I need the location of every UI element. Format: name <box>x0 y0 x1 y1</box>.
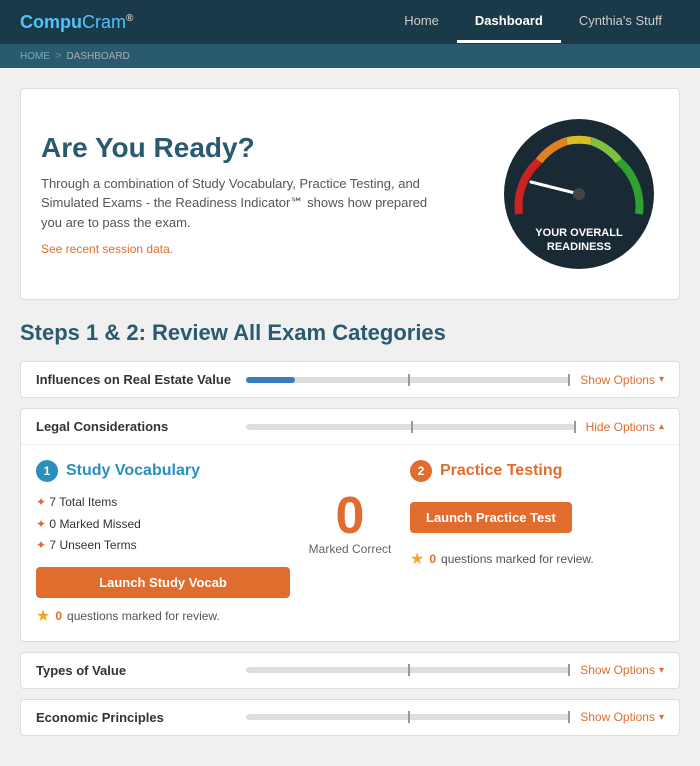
vocab-star-icon: ★ <box>36 606 50 626</box>
progress-fill-influences <box>246 377 295 383</box>
vocab-review-count: 0 <box>55 609 62 623</box>
category-header-types[interactable]: Types of Value Show Options ▾ <box>21 653 679 688</box>
unseen-terms-row: ✦ 7 Unseen Terms <box>36 535 290 557</box>
progress-track-influences <box>246 377 570 383</box>
practice-review-count: 0 <box>429 552 436 566</box>
study-vocab-stats: ✦ 7 Total Items ✦ 0 Marked Missed ✦ 7 <box>36 492 290 557</box>
progress-bar-influences <box>246 377 570 383</box>
logo-text: CompuCram <box>20 12 126 32</box>
progress-tick-end <box>568 374 570 386</box>
category-header-economic[interactable]: Economic Principles Show Options ▾ <box>21 700 679 735</box>
study-vocab-header: 1 Study Vocabulary <box>36 460 290 482</box>
nav-item-home[interactable]: Home <box>386 1 457 43</box>
chevron-up-icon: ▾ <box>659 421 664 432</box>
chevron-down-icon-economic: ▾ <box>659 712 664 723</box>
practice-review-row: ★ 0 questions marked for review. <box>410 549 664 569</box>
launch-study-vocab-button[interactable]: Launch Study Vocab <box>36 567 290 598</box>
show-options-types[interactable]: Show Options ▾ <box>580 663 664 677</box>
show-options-economic[interactable]: Show Options ▾ <box>580 710 664 724</box>
marked-missed-icon: ✦ <box>36 517 46 531</box>
category-header-legal[interactable]: Legal Considerations Hide Options ▾ <box>21 409 679 444</box>
category-name-legal: Legal Considerations <box>36 419 236 434</box>
progress-bar-legal <box>246 424 576 430</box>
progress-tick-end-economic <box>568 711 570 723</box>
category-name-economic: Economic Principles <box>36 710 236 725</box>
study-vocab-title: Study Vocabulary <box>66 462 200 480</box>
category-row-legal: Legal Considerations Hide Options ▾ 1 <box>20 408 680 642</box>
study-vocab-number: 1 <box>36 460 58 482</box>
app-logo: CompuCram® <box>20 12 133 33</box>
practice-testing-column: 2 Practice Testing Launch Practice Test … <box>410 460 664 569</box>
steps-title: Steps 1 & 2: Review All Exam Categories <box>20 320 680 346</box>
breadcrumb-current: DASHBOARD <box>66 51 129 62</box>
category-name-types: Types of Value <box>36 663 236 678</box>
hero-text: Are You Ready? Through a combination of … <box>41 132 479 257</box>
progress-tick-mid-legal <box>411 421 413 433</box>
logo-tm: ® <box>126 13 133 24</box>
hero-title: Are You Ready? <box>41 132 479 164</box>
progress-track-economic <box>246 714 570 720</box>
category-row-types: Types of Value Show Options ▾ <box>20 652 680 689</box>
hero-description: Through a combination of Study Vocabular… <box>41 174 441 233</box>
launch-practice-test-button[interactable]: Launch Practice Test <box>410 502 572 533</box>
nav-item-dashboard[interactable]: Dashboard <box>457 1 561 43</box>
chevron-down-icon-types: ▾ <box>659 665 664 676</box>
progress-track-legal <box>246 424 576 430</box>
gauge-svg: YOUR OVERALL READINESS <box>499 114 659 274</box>
total-items-icon: ✦ <box>36 495 46 509</box>
practice-testing-title: Practice Testing <box>440 462 562 480</box>
svg-text:YOUR OVERALL: YOUR OVERALL <box>535 227 623 239</box>
progress-bar-economic <box>246 714 570 720</box>
progress-tick-end-types <box>568 664 570 676</box>
practice-review-text: questions marked for review. <box>441 552 594 566</box>
show-options-influences[interactable]: Show Options ▾ <box>580 373 664 387</box>
practice-star-icon: ★ <box>410 549 424 569</box>
vocab-review-row: ★ 0 questions marked for review. <box>36 606 290 626</box>
vocab-review-text: questions marked for review. <box>67 609 220 623</box>
marked-correct-column: 0 Marked Correct <box>300 460 400 556</box>
practice-testing-number: 2 <box>410 460 432 482</box>
progress-tick-mid <box>408 374 410 386</box>
category-row-influences: Influences on Real Estate Value Show Opt… <box>20 361 680 398</box>
unseen-icon: ✦ <box>36 538 46 552</box>
category-expanded-legal: 1 Study Vocabulary ✦ 7 Total Items ✦ 0 M… <box>21 444 679 641</box>
hide-options-legal[interactable]: Hide Options ▾ <box>586 420 664 434</box>
total-items-row: ✦ 7 Total Items <box>36 492 290 514</box>
progress-tick-mid-economic <box>408 711 410 723</box>
marked-correct-label: Marked Correct <box>309 542 392 556</box>
category-name-influences: Influences on Real Estate Value <box>36 372 236 387</box>
study-vocab-column: 1 Study Vocabulary ✦ 7 Total Items ✦ 0 M… <box>36 460 290 626</box>
progress-tick-mid-types <box>408 664 410 676</box>
progress-track-types <box>246 667 570 673</box>
readiness-gauge: YOUR OVERALL READINESS <box>499 114 659 274</box>
breadcrumb-separator: > <box>55 50 61 62</box>
progress-tick-end-legal <box>574 421 576 433</box>
practice-testing-header: 2 Practice Testing <box>410 460 664 482</box>
category-header-influences[interactable]: Influences on Real Estate Value Show Opt… <box>21 362 679 397</box>
main-content: Are You Ready? Through a combination of … <box>0 68 700 766</box>
breadcrumb: HOME > DASHBOARD <box>0 44 700 68</box>
svg-text:READINESS: READINESS <box>547 241 611 253</box>
main-nav: Home Dashboard Cynthia's Stuff <box>386 1 680 43</box>
breadcrumb-home[interactable]: HOME <box>20 51 50 62</box>
see-recent-data-link[interactable]: See recent session data. <box>41 242 479 256</box>
marked-correct-number: 0 <box>336 490 365 542</box>
app-header: CompuCram® Home Dashboard Cynthia's Stuf… <box>0 0 700 44</box>
progress-bar-types <box>246 667 570 673</box>
marked-missed-row: ✦ 0 Marked Missed <box>36 514 290 536</box>
hero-section: Are You Ready? Through a combination of … <box>20 88 680 300</box>
nav-item-cynthia[interactable]: Cynthia's Stuff <box>561 1 680 43</box>
chevron-down-icon: ▾ <box>659 374 664 385</box>
category-row-economic: Economic Principles Show Options ▾ <box>20 699 680 736</box>
